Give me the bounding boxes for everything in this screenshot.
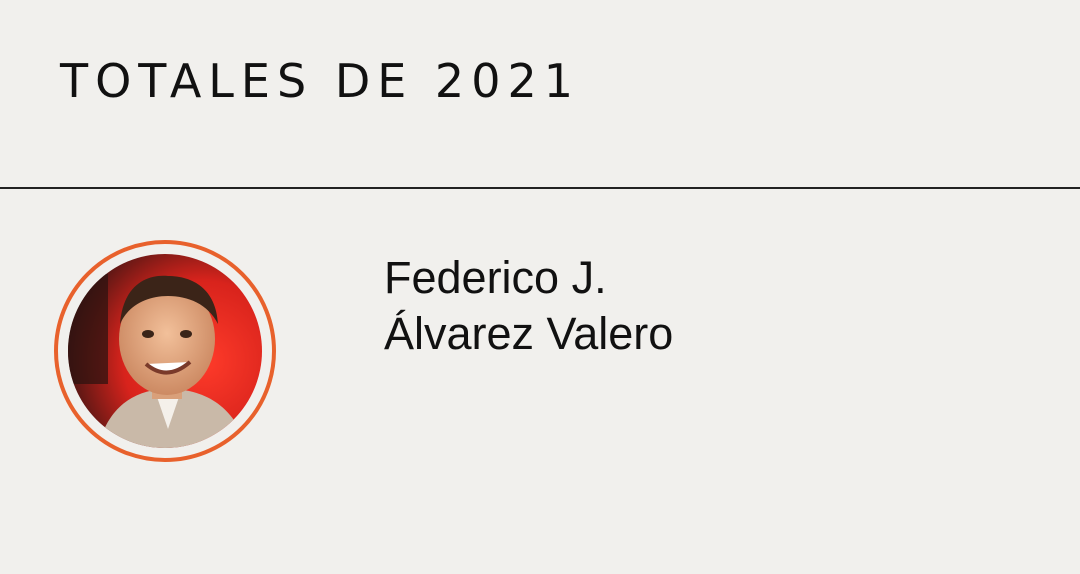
- avatar: [68, 254, 262, 448]
- author-name-line-1: Federico J.: [384, 252, 607, 303]
- divider: [0, 187, 1080, 189]
- page-title: TOTALES DE 2021: [60, 54, 580, 108]
- author-name-line-2: Álvarez Valero: [384, 308, 674, 359]
- avatar-photo: [68, 254, 262, 448]
- photo-eye-right: [180, 330, 192, 338]
- photo-eye-left: [142, 330, 154, 338]
- author-name: Federico J. Álvarez Valero: [384, 250, 673, 362]
- avatar-frame: [54, 240, 276, 462]
- photo-shadow: [68, 274, 108, 384]
